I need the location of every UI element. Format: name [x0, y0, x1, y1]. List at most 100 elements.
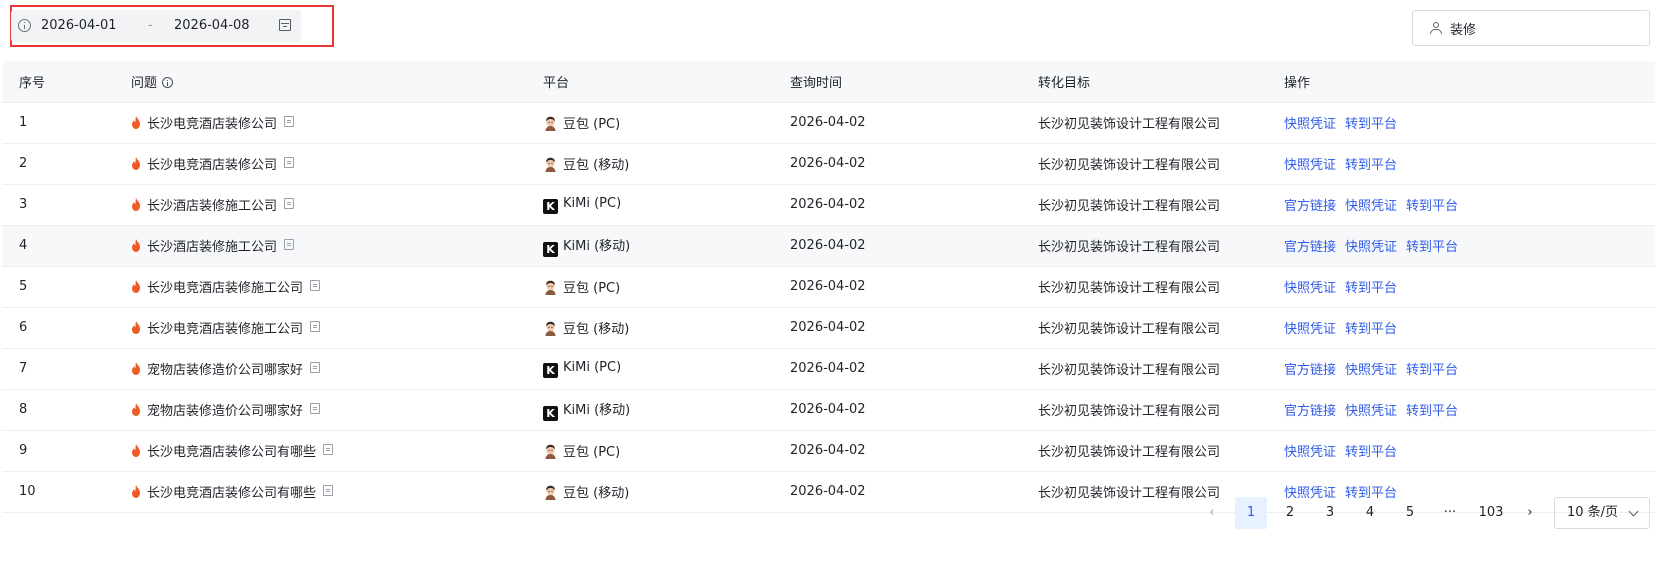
- copy-icon[interactable]: [310, 403, 321, 414]
- table-row: 9 长沙电竞酒店装修公司有哪些 豆包 (PC) 2026-04-02 长沙初见装饰设计工…: [2, 430, 1655, 472]
- cell-actions: 官方链接 快照凭证 转到平台: [1267, 348, 1655, 390]
- copy-icon[interactable]: [284, 157, 295, 168]
- table-row: 2 长沙电竞酒店装修公司 豆包 (移动) 2026-04-02 长沙初见装饰设计工程有限…: [2, 143, 1655, 185]
- snapshot-proof-action[interactable]: 快照凭证: [1284, 117, 1336, 132]
- cell-index: 6: [2, 307, 114, 349]
- header-question-label: 问题: [131, 75, 158, 91]
- info-icon: [18, 19, 31, 32]
- official-link-action[interactable]: 官方链接: [1284, 240, 1336, 255]
- date-range-picker[interactable]: 2026-04-01 - 2026-04-08: [11, 10, 301, 42]
- doubao-logo-icon: [543, 116, 558, 131]
- copy-icon[interactable]: [310, 280, 321, 291]
- cell-platform: 豆包 (移动): [526, 471, 773, 513]
- kimi-logo-icon: K: [543, 405, 558, 421]
- cell-query-time: 2026-04-02: [773, 143, 1021, 185]
- snapshot-proof-action[interactable]: 快照凭证: [1345, 363, 1397, 378]
- cell-actions: 官方链接 快照凭证 转到平台: [1267, 225, 1655, 267]
- kimi-logo-icon: K: [543, 198, 558, 214]
- copy-icon[interactable]: [310, 321, 321, 332]
- question-text: 长沙电竞酒店装修施工公司: [147, 281, 304, 296]
- goto-platform-action[interactable]: 转到平台: [1406, 404, 1458, 419]
- results-table: 序号 问题 平台 查询时间 转化目标 操作 1 长沙电竞酒店装修公司 豆包 (PC)…: [2, 61, 1655, 513]
- goto-platform-action[interactable]: 转到平台: [1406, 363, 1458, 378]
- goto-platform-action[interactable]: 转到平台: [1345, 445, 1397, 460]
- goto-platform-action[interactable]: 转到平台: [1406, 240, 1458, 255]
- cell-platform: K KiMi (PC): [526, 184, 773, 226]
- question-text: 长沙酒店装修施工公司: [147, 199, 278, 214]
- cell-index: 4: [2, 225, 114, 267]
- copy-icon[interactable]: [323, 485, 334, 496]
- cell-query-time: 2026-04-02: [773, 471, 1021, 513]
- goto-platform-action[interactable]: 转到平台: [1345, 281, 1397, 296]
- cell-platform: 豆包 (PC): [526, 102, 773, 144]
- snapshot-proof-action[interactable]: 快照凭证: [1284, 158, 1336, 173]
- copy-icon[interactable]: [284, 198, 295, 209]
- cell-question: 长沙酒店装修施工公司: [114, 225, 526, 267]
- cell-actions: 快照凭证 转到平台: [1267, 143, 1655, 185]
- fire-icon: [131, 198, 141, 211]
- goto-platform-action[interactable]: 转到平台: [1406, 199, 1458, 214]
- platform-text: 豆包 (PC): [563, 281, 621, 296]
- next-page-button[interactable]: ›: [1520, 497, 1540, 529]
- question-text: 长沙酒店装修施工公司: [147, 240, 278, 255]
- goto-platform-action[interactable]: 转到平台: [1345, 322, 1397, 337]
- snapshot-proof-action[interactable]: 快照凭证: [1284, 445, 1336, 460]
- page-button-1[interactable]: 1: [1235, 497, 1267, 529]
- page-button-5[interactable]: 5: [1394, 497, 1426, 529]
- cell-question: 长沙电竞酒店装修施工公司: [114, 266, 526, 308]
- platform-text: 豆包 (移动): [563, 486, 630, 501]
- question-text: 长沙电竞酒店装修公司有哪些: [147, 486, 317, 501]
- snapshot-proof-action[interactable]: 快照凭证: [1284, 281, 1336, 296]
- page-button-2[interactable]: 2: [1274, 497, 1306, 529]
- table-row: 6 长沙电竞酒店装修施工公司 豆包 (移动) 2026-04-02 长沙初见装饰设计工程…: [2, 307, 1655, 349]
- platform-text: 豆包 (PC): [563, 117, 621, 132]
- prev-page-button[interactable]: ‹: [1202, 497, 1222, 529]
- cell-query-time: 2026-04-02: [773, 307, 1021, 349]
- cell-actions: 官方链接 快照凭证 转到平台: [1267, 184, 1655, 226]
- table-row: 8 宠物店装修造价公司哪家好 K KiMi (移动) 2026-04-02 长沙初见装饰设…: [2, 389, 1655, 431]
- fire-icon: [131, 362, 141, 375]
- cell-actions: 官方链接 快照凭证 转到平台: [1267, 389, 1655, 431]
- page-button-3[interactable]: 3: [1314, 497, 1346, 529]
- copy-icon[interactable]: [284, 116, 295, 127]
- cell-question: 长沙电竞酒店装修公司有哪些: [114, 430, 526, 472]
- date-start[interactable]: 2026-04-01: [41, 18, 117, 33]
- goto-platform-action[interactable]: 转到平台: [1345, 117, 1397, 132]
- cell-platform: 豆包 (PC): [526, 430, 773, 472]
- keyword-search[interactable]: [1412, 10, 1650, 46]
- copy-icon[interactable]: [310, 362, 321, 373]
- cell-question: 长沙电竞酒店装修公司: [114, 143, 526, 185]
- official-link-action[interactable]: 官方链接: [1284, 199, 1336, 214]
- date-end[interactable]: 2026-04-08: [174, 18, 250, 33]
- cell-query-time: 2026-04-02: [773, 184, 1021, 226]
- cell-index: 5: [2, 266, 114, 308]
- cell-index: 3: [2, 184, 114, 226]
- cell-question: 长沙电竞酒店装修施工公司: [114, 307, 526, 349]
- cell-target: 长沙初见装饰设计工程有限公司: [1021, 307, 1267, 349]
- page-button-last[interactable]: 103: [1472, 497, 1510, 529]
- snapshot-proof-action[interactable]: 快照凭证: [1345, 199, 1397, 214]
- info-icon[interactable]: [162, 76, 174, 88]
- page-ellipsis[interactable]: ···: [1434, 497, 1466, 529]
- cell-index: 9: [2, 430, 114, 472]
- fire-icon: [131, 116, 141, 129]
- platform-text: KiMi (移动): [563, 402, 631, 418]
- platform-text: 豆包 (PC): [563, 445, 621, 460]
- official-link-action[interactable]: 官方链接: [1284, 363, 1336, 378]
- calendar-icon[interactable]: [279, 19, 291, 31]
- cell-query-time: 2026-04-02: [773, 225, 1021, 267]
- copy-icon[interactable]: [284, 239, 295, 250]
- chevron-down-icon: [1628, 506, 1639, 517]
- official-link-action[interactable]: 官方链接: [1284, 404, 1336, 419]
- question-text: 宠物店装修造价公司哪家好: [147, 363, 304, 378]
- keyword-input[interactable]: [1450, 18, 1640, 38]
- snapshot-proof-action[interactable]: 快照凭证: [1345, 404, 1397, 419]
- header-target: 转化目标: [1021, 61, 1267, 103]
- page-button-4[interactable]: 4: [1354, 497, 1386, 529]
- platform-text: KiMi (移动): [563, 238, 631, 254]
- snapshot-proof-action[interactable]: 快照凭证: [1345, 240, 1397, 255]
- copy-icon[interactable]: [323, 444, 334, 455]
- page-size-select[interactable]: 10 条/页: [1554, 497, 1650, 529]
- snapshot-proof-action[interactable]: 快照凭证: [1284, 322, 1336, 337]
- goto-platform-action[interactable]: 转到平台: [1345, 158, 1397, 173]
